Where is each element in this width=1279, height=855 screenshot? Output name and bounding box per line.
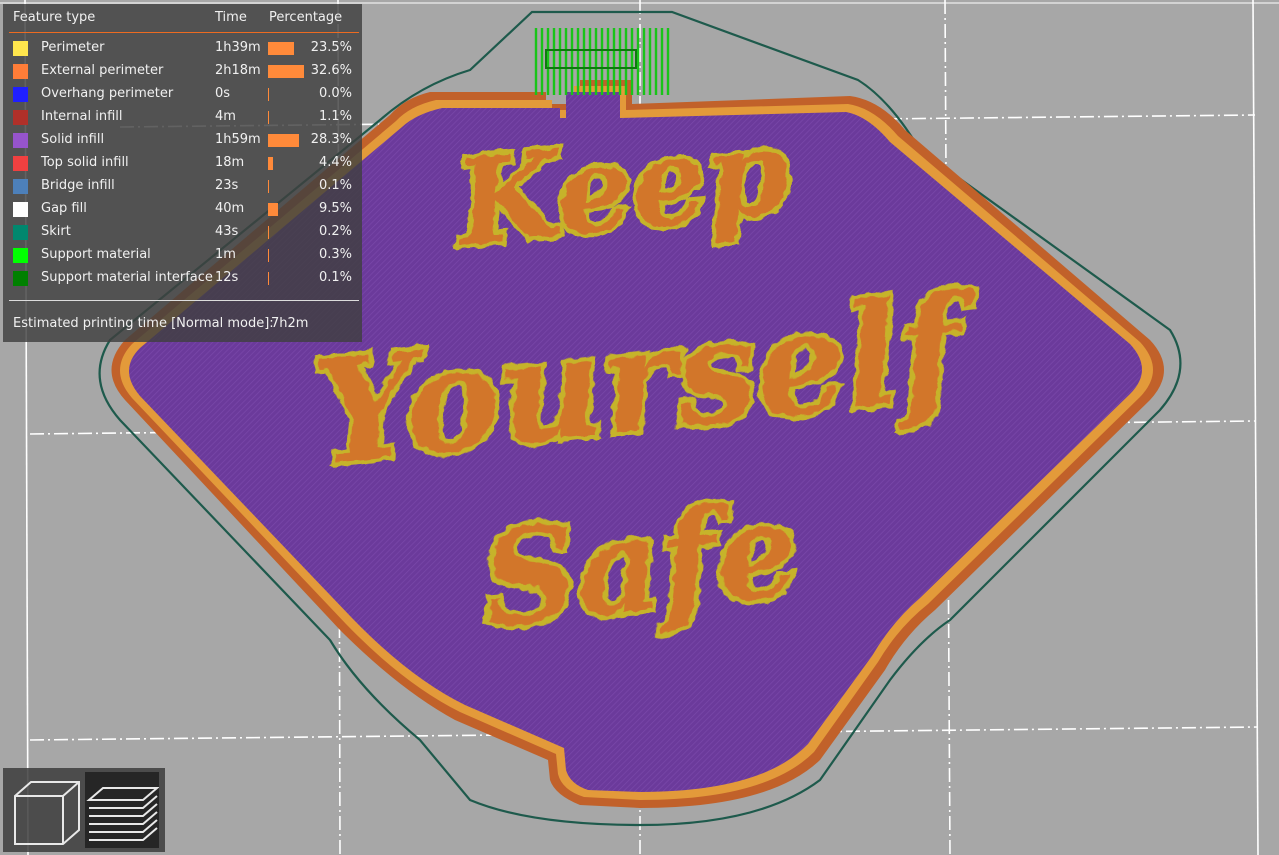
legend-percentage-bar (268, 203, 278, 216)
legend-row: External perimeter 2h18m 32.6% (3, 62, 362, 85)
legend-feature-name: Perimeter (41, 40, 105, 55)
legend-row: Top solid infill 18m 4.4% (3, 154, 362, 177)
legend-row: Skirt 43s 0.2% (3, 223, 362, 246)
legend-feature-name: External perimeter (41, 63, 164, 78)
legend-feature-name: Support material interface (41, 270, 213, 285)
legend-percentage-bar (268, 111, 269, 124)
legend-percentage-bar (268, 272, 269, 285)
legend-feature-time: 40m (215, 201, 245, 216)
legend-percentage-bar (268, 226, 269, 239)
legend-color-swatch (13, 64, 28, 79)
legend-header-time: Time (215, 10, 247, 25)
legend-feature-name: Bridge infill (41, 178, 115, 193)
legend-header-feature-type: Feature type (13, 10, 96, 25)
preview-button[interactable] (85, 772, 160, 848)
legend-feature-percentage: 0.0% (318, 86, 352, 101)
legend-feature-time: 4m (215, 109, 236, 124)
legend-color-swatch (13, 225, 28, 240)
view-toggle (3, 768, 165, 852)
legend-color-swatch (13, 110, 28, 125)
legend-feature-time: 1h59m (215, 132, 261, 147)
legend-color-swatch (13, 202, 28, 217)
legend-feature-time: 1m (215, 247, 236, 262)
legend-feature-percentage: 4.4% (318, 155, 352, 170)
legend-row: Overhang perimeter 0s 0.0% (3, 85, 362, 108)
legend-row: Solid infill 1h59m 28.3% (3, 131, 362, 154)
legend-color-swatch (13, 41, 28, 56)
legend-feature-percentage: 28.3% (310, 132, 352, 147)
legend-color-swatch (13, 179, 28, 194)
legend-feature-time: 18m (215, 155, 245, 170)
legend-color-swatch (13, 133, 28, 148)
legend-feature-percentage: 32.6% (310, 63, 352, 78)
legend-percentage-bar (268, 249, 269, 262)
3d-view-button[interactable] (7, 772, 81, 848)
legend-color-swatch (13, 248, 28, 263)
legend-feature-time: 23s (215, 178, 239, 193)
legend-feature-percentage: 0.1% (318, 270, 352, 285)
legend-feature-percentage: 0.3% (318, 247, 352, 262)
cube-icon (14, 781, 80, 845)
legend-row: Internal infill 4m 1.1% (3, 108, 362, 131)
legend-feature-time: 12s (215, 270, 239, 285)
feature-legend: Feature type Time Percentage Perimeter 1h… (3, 4, 362, 342)
legend-percentage-bar (268, 42, 294, 55)
estimated-time-value: 7h2m (271, 316, 309, 331)
legend-feature-percentage: 9.5% (318, 201, 352, 216)
legend-feature-name: Top solid infill (41, 155, 129, 170)
legend-feature-time: 43s (215, 224, 239, 239)
legend-percentage-bar (268, 157, 273, 170)
legend-color-swatch (13, 156, 28, 171)
legend-header-underline (9, 32, 359, 33)
legend-feature-name: Skirt (41, 224, 71, 239)
legend-percentage-bar (268, 180, 269, 193)
legend-feature-percentage: 23.5% (310, 40, 352, 55)
legend-feature-time: 0s (215, 86, 231, 101)
legend-color-swatch (13, 87, 28, 102)
legend-feature-time: 2h18m (215, 63, 261, 78)
legend-row: Support material 1m 0.3% (3, 246, 362, 269)
legend-feature-name: Solid infill (41, 132, 105, 147)
layers-icon (86, 787, 160, 841)
legend-separator (9, 300, 359, 301)
legend-row: Support material interface 12s 0.1% (3, 269, 362, 292)
legend-feature-percentage: 0.1% (318, 178, 352, 193)
legend-color-swatch (13, 271, 28, 286)
legend-feature-name: Internal infill (41, 109, 123, 124)
legend-percentage-bar (268, 88, 269, 101)
legend-feature-name: Overhang perimeter (41, 86, 174, 101)
legend-feature-percentage: 1.1% (318, 109, 352, 124)
legend-feature-name: Support material (41, 247, 151, 262)
estimated-time-label: Estimated printing time [Normal mode]: (13, 316, 274, 331)
legend-feature-time: 1h39m (215, 40, 261, 55)
legend-feature-name: Gap fill (41, 201, 87, 216)
legend-row: Perimeter 1h39m 23.5% (3, 39, 362, 62)
legend-row: Gap fill 40m 9.5% (3, 200, 362, 223)
legend-header-percentage: Percentage (269, 10, 343, 25)
legend-feature-percentage: 0.2% (318, 224, 352, 239)
legend-row: Bridge infill 23s 0.1% (3, 177, 362, 200)
